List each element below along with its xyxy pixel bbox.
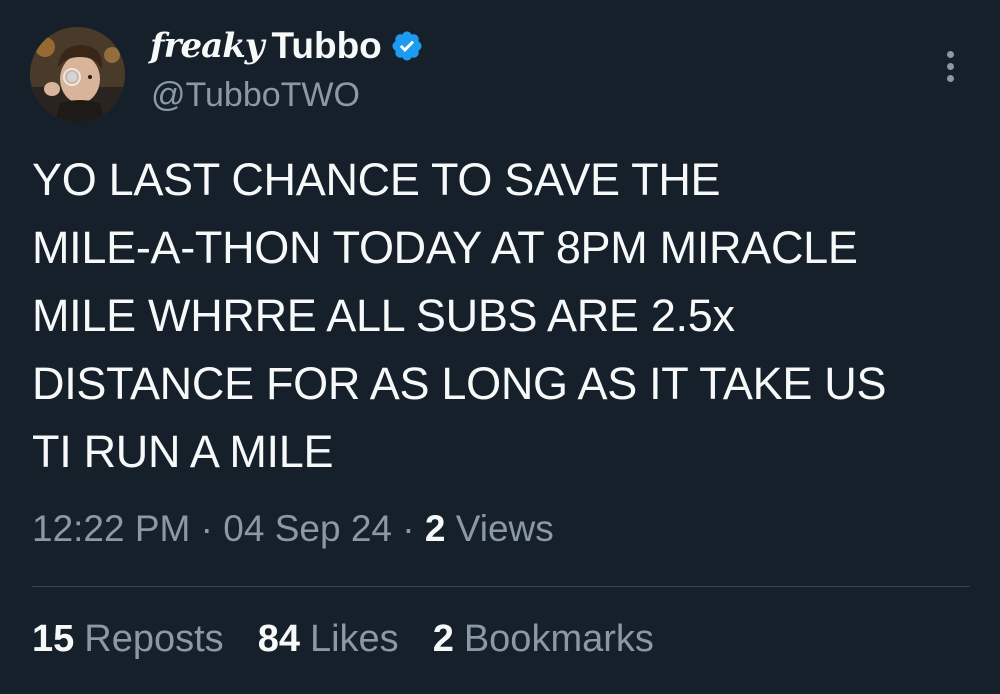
tweet-detail: freaky Tubbo @TubboTWO YO LAST CHANCE TO… [0, 0, 1000, 694]
verified-badge-icon[interactable] [390, 29, 424, 63]
tweet-meta: 12:22 PM · 04 Sep 24 · 2 Views [32, 508, 554, 550]
reposts-label: Reposts [84, 618, 224, 660]
bookmarks-stat[interactable]: 2 Bookmarks [433, 618, 654, 661]
tweet-text: YO LAST CHANCE TO SAVE THE MILE-A-THON T… [32, 146, 977, 486]
more-options-icon[interactable] [934, 44, 966, 88]
engagement-stats: 15 Reposts 84 Likes 2 Bookmarks [32, 618, 688, 661]
bookmarks-label: Bookmarks [463, 618, 654, 660]
tweet-text-line: TI RUN A MILE [32, 426, 334, 477]
tweet-text-line: YO LAST CHANCE TO SAVE THE [32, 154, 721, 205]
bookmarks-count: 2 [432, 618, 454, 660]
tweet-text-line: MILE WHRRE ALL SUBS ARE 2.5x [32, 290, 735, 341]
divider [32, 586, 970, 587]
reposts-stat[interactable]: 15 Reposts [32, 618, 224, 661]
author-handle[interactable]: @TubboTWO [151, 76, 360, 115]
tweet-date[interactable]: 04 Sep 24 [223, 508, 392, 549]
likes-label: Likes [309, 618, 399, 660]
display-name[interactable]: Tubbo [272, 25, 382, 67]
tweet-text-line: DISTANCE FOR AS LONG AS IT TAKE US [32, 358, 887, 409]
meta-separator: · [200, 508, 213, 549]
views-count: 2 [424, 508, 446, 549]
tweet-time[interactable]: 12:22 PM [32, 508, 190, 549]
display-name-prefix[interactable]: freaky [150, 26, 265, 66]
meta-separator: · [402, 508, 415, 549]
likes-count: 84 [257, 618, 300, 660]
tweet-text-line: MILE-A-THON TODAY AT 8PM MIRACLE [32, 222, 858, 273]
avatar-image [30, 27, 125, 122]
likes-stat[interactable]: 84 Likes [258, 618, 399, 661]
avatar[interactable] [30, 27, 125, 122]
views-label: Views [455, 508, 554, 549]
author-name-row[interactable]: freaky Tubbo [150, 24, 424, 68]
reposts-count: 15 [32, 618, 75, 660]
